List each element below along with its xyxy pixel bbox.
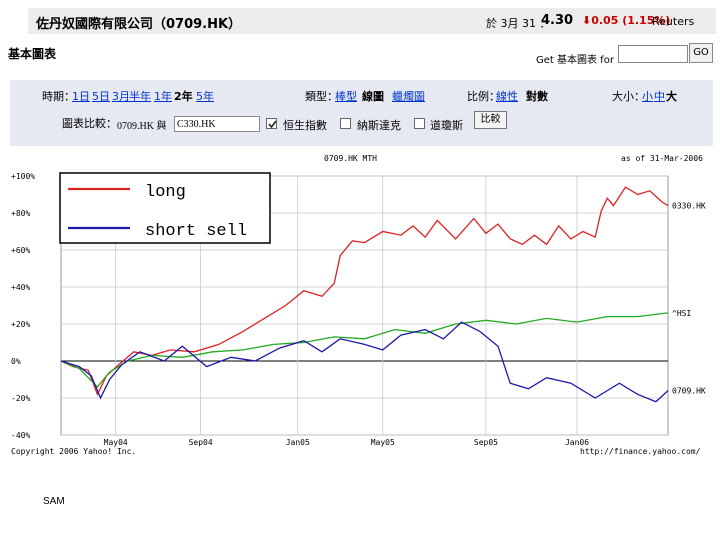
x-tick-label: May04 bbox=[104, 438, 128, 447]
period-3m[interactable]: 3月 bbox=[112, 88, 130, 104]
y-tick-label: -40% bbox=[11, 431, 30, 440]
symbol-input[interactable] bbox=[618, 45, 688, 63]
legend-short-label: short sell bbox=[145, 222, 247, 241]
compare-button[interactable]: 比較 bbox=[474, 111, 507, 129]
hsi-checkbox[interactable] bbox=[266, 118, 277, 129]
type-candle[interactable]: 蠟燭圖 bbox=[392, 88, 425, 104]
x-tick-label: Sep05 bbox=[474, 438, 498, 447]
chart-as-of-label: as of 31-Mar-2006 bbox=[621, 154, 703, 163]
chart-top-center-label: 0709.HK MTH bbox=[324, 154, 377, 163]
period-2y[interactable]: 2年 bbox=[174, 88, 193, 104]
compare-symbol-input[interactable] bbox=[174, 116, 260, 132]
dow-label: 道瓊斯 bbox=[430, 119, 463, 132]
y-tick-label: +60% bbox=[11, 246, 30, 255]
period-label: 時期： bbox=[42, 90, 75, 103]
checkmark-icon bbox=[268, 120, 277, 129]
type-label: 類型： bbox=[305, 90, 338, 103]
x-tick-label: Jan05 bbox=[286, 438, 310, 447]
y-tick-label: 0% bbox=[11, 357, 21, 366]
x-tick-label: May05 bbox=[371, 438, 395, 447]
dow-checkbox[interactable] bbox=[414, 118, 425, 129]
company-title: 佐丹奴國際有限公司（0709.HK） bbox=[36, 17, 242, 32]
lookup-label: Get 基本圖表 for bbox=[536, 55, 614, 66]
period-1d[interactable]: 1日 bbox=[72, 88, 90, 104]
nasdaq-label: 納斯達克 bbox=[357, 119, 401, 132]
chart-copyright: Copyright 2006 Yahoo! Inc. bbox=[11, 447, 136, 456]
chart-source-url: http://finance.yahoo.com/ bbox=[580, 447, 701, 456]
nasdaq-checkbox[interactable] bbox=[340, 118, 351, 129]
compare-label: 圖表比較： bbox=[62, 117, 117, 130]
y-tick-label: +40% bbox=[11, 283, 30, 292]
size-large[interactable]: 大 bbox=[666, 88, 677, 104]
y-tick-label: +20% bbox=[11, 320, 30, 329]
type-bar[interactable]: 棒型 bbox=[335, 88, 357, 104]
legend-long-label: long bbox=[145, 183, 186, 202]
compare-prefix: 0709.HK 與 bbox=[117, 121, 167, 132]
series-end-label: ^HSI bbox=[672, 309, 691, 318]
period-5d[interactable]: 5日 bbox=[92, 88, 110, 104]
scale-log[interactable]: 對數 bbox=[526, 88, 548, 104]
footer-label: SAM bbox=[43, 496, 65, 507]
y-tick-label: +80% bbox=[11, 209, 30, 218]
quote-price: 4.30 bbox=[541, 13, 574, 28]
size-label: 大小： bbox=[612, 90, 645, 103]
section-title: 基本圖表 bbox=[8, 47, 57, 61]
y-tick-label: -20% bbox=[11, 394, 30, 403]
size-medium[interactable]: 中 bbox=[654, 88, 665, 104]
size-small[interactable]: 小 bbox=[642, 88, 653, 104]
period-5y[interactable]: 5年 bbox=[196, 88, 214, 104]
period-6m[interactable]: 半年 bbox=[129, 88, 151, 104]
period-1y[interactable]: 1年 bbox=[154, 88, 172, 104]
x-tick-label: Sep04 bbox=[189, 438, 213, 447]
type-line[interactable]: 線圖 bbox=[362, 88, 384, 104]
hsi-label: 恒生指數 bbox=[283, 119, 327, 132]
scale-linear[interactable]: 線性 bbox=[496, 88, 518, 104]
series-end-label: 0330.HK bbox=[672, 202, 706, 211]
quote-source: Reuters bbox=[652, 15, 695, 28]
series-end-label: 0709.HK bbox=[672, 387, 706, 396]
y-tick-label: +100% bbox=[11, 172, 35, 181]
x-tick-label: Jan06 bbox=[565, 438, 589, 447]
price-chart: 0709.HK MTH as of 31-Mar-2006 May04 Sep04… bbox=[8, 152, 714, 462]
go-button[interactable]: GO bbox=[689, 43, 713, 63]
down-arrow-icon: ⬇ bbox=[582, 14, 592, 27]
